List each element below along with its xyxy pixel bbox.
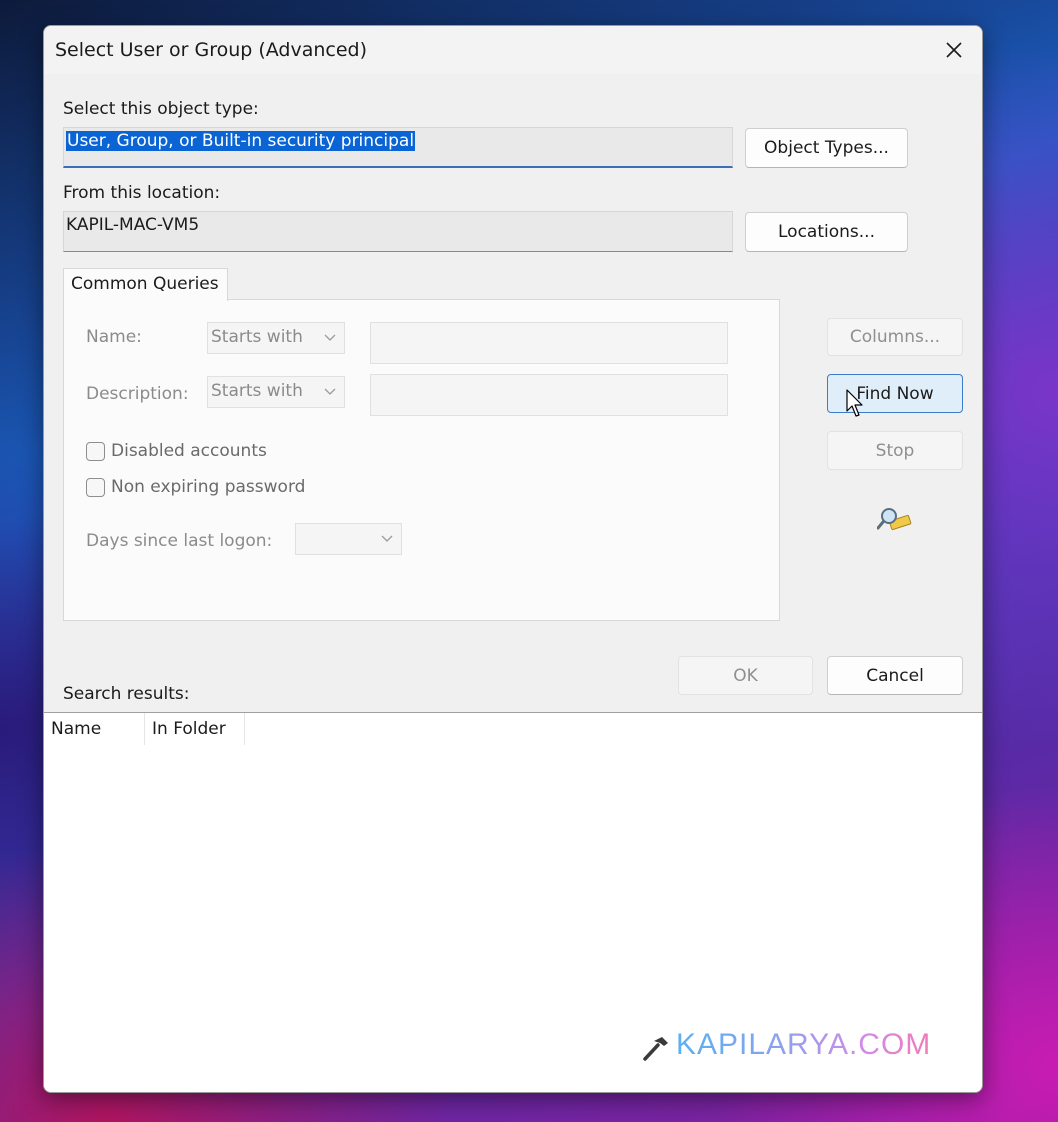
object-type-label: Select this object type: (63, 99, 259, 119)
locations-button[interactable]: Locations... (745, 212, 908, 252)
object-type-field[interactable]: User, Group, or Built-in security princi… (63, 127, 733, 168)
chevron-down-icon (324, 334, 336, 341)
cancel-button[interactable]: Cancel (827, 656, 963, 695)
close-button[interactable] (926, 26, 982, 74)
chevron-down-icon (381, 535, 393, 542)
name-mode-select[interactable]: Starts with (207, 322, 345, 354)
location-value: KAPIL-MAC-VM5 (66, 215, 200, 235)
object-type-value: User, Group, or Built-in security princi… (66, 131, 416, 151)
hammer-icon (643, 1037, 668, 1061)
non-expiring-password-checkbox[interactable] (86, 478, 105, 497)
search-animation-icon (877, 508, 912, 531)
name-mode-value: Starts with (211, 327, 303, 347)
name-label: Name: (86, 327, 142, 347)
description-mode-select[interactable]: Starts with (207, 376, 345, 408)
days-since-last-logon-label: Days since last logon: (86, 531, 273, 551)
column-header-name[interactable]: Name (44, 713, 145, 745)
select-user-or-group-dialog: Select User or Group (Advanced) Select t… (43, 25, 983, 1093)
chevron-down-icon (324, 388, 336, 395)
location-field: KAPIL-MAC-VM5 (63, 211, 733, 252)
search-results-label: Search results: (63, 684, 190, 704)
name-input[interactable] (370, 322, 728, 364)
disabled-accounts-label: Disabled accounts (111, 441, 267, 461)
ok-button[interactable]: OK (678, 656, 813, 695)
description-input[interactable] (370, 374, 728, 416)
common-queries-panel: Name: Starts with Description: Starts wi… (63, 299, 780, 621)
disabled-accounts-checkbox[interactable] (86, 442, 105, 461)
location-label: From this location: (63, 183, 221, 203)
object-types-button[interactable]: Object Types... (745, 128, 908, 168)
days-since-last-logon-select[interactable] (295, 523, 402, 555)
stop-button[interactable]: Stop (827, 431, 963, 470)
title-bar: Select User or Group (Advanced) (44, 26, 982, 74)
non-expiring-password-label: Non expiring password (111, 477, 306, 497)
description-label: Description: (86, 384, 189, 404)
column-header-in-folder[interactable]: In Folder (145, 713, 245, 745)
description-mode-value: Starts with (211, 381, 303, 401)
window-title: Select User or Group (Advanced) (55, 39, 368, 61)
columns-button[interactable]: Columns... (827, 318, 963, 356)
mouse-cursor-icon (846, 389, 863, 417)
watermark-text: KAPILARYA.COM (676, 1028, 932, 1061)
tab-common-queries[interactable]: Common Queries (63, 268, 228, 301)
close-icon (946, 42, 962, 58)
